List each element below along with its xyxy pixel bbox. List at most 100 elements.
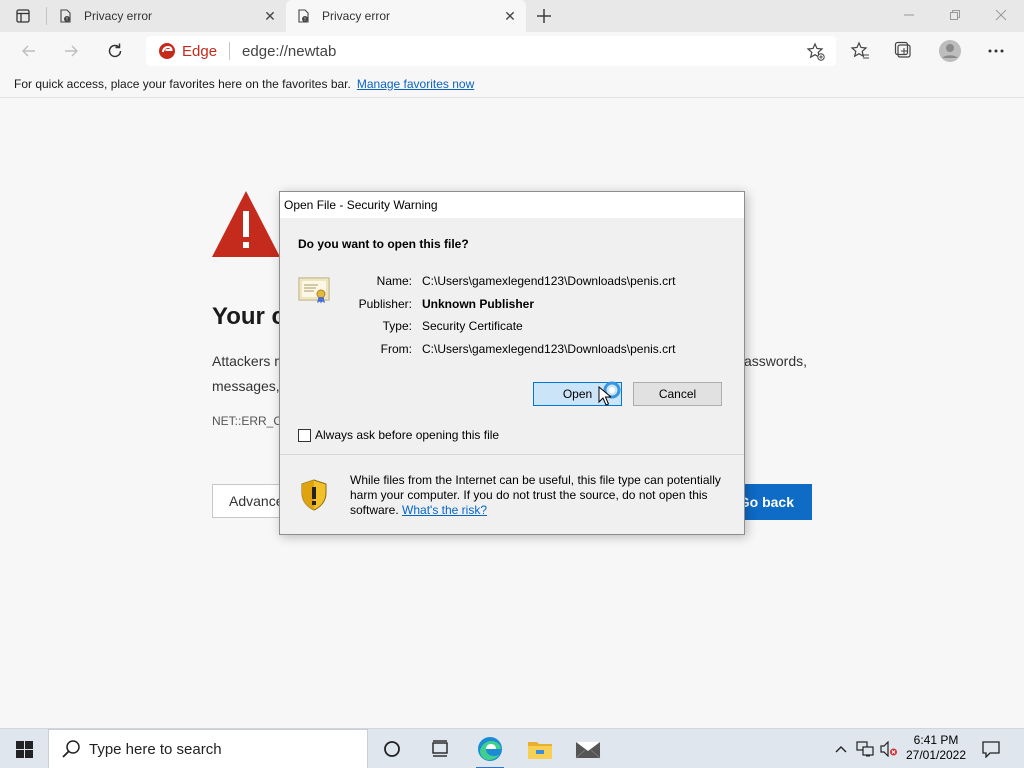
field-label: Type: xyxy=(382,319,412,333)
task-view-icon xyxy=(432,740,448,757)
tab-separator xyxy=(46,7,47,25)
taskbar-mail-app[interactable] xyxy=(564,729,612,768)
minimize-button[interactable] xyxy=(886,0,932,30)
mouse-pointer-icon xyxy=(598,386,611,406)
forward-button[interactable] xyxy=(56,36,86,66)
warning-message: While files from the Internet can be use… xyxy=(350,473,730,518)
edge-brand-label: Edge xyxy=(182,42,218,60)
always-ask-label[interactable]: Always ask before opening this file xyxy=(315,428,499,442)
taskbar-edge-app[interactable] xyxy=(466,729,514,768)
field-from-row: From: C:\Users\gamexlegend123\Downloads\… xyxy=(340,342,676,356)
dialog-warning-area: While files from the Internet can be use… xyxy=(280,455,744,534)
dialog-question: Do you want to open this file? xyxy=(298,237,469,251)
search-placeholder: Type here to search xyxy=(89,740,222,758)
settings-more-button[interactable] xyxy=(984,40,1008,62)
plus-icon xyxy=(537,9,551,23)
tab-title: Privacy error xyxy=(84,9,153,23)
favorites-bar-message: For quick access, place your favorites h… xyxy=(14,76,351,91)
network-icon xyxy=(856,741,874,757)
warning-triangle-icon xyxy=(212,191,280,257)
field-value: C:\Users\gamexlegend123\Downloads\penis.… xyxy=(422,274,676,288)
advanced-button[interactable]: Advance xyxy=(212,484,283,518)
taskbar-file-explorer-app[interactable] xyxy=(516,729,564,768)
network-tray-button[interactable] xyxy=(856,739,874,759)
show-hidden-icons-button[interactable] xyxy=(832,739,850,759)
restore-button[interactable] xyxy=(932,0,978,30)
always-ask-checkbox[interactable] xyxy=(298,428,311,442)
notifications-button[interactable] xyxy=(978,737,1004,761)
whats-the-risk-link[interactable]: What's the risk? xyxy=(402,503,487,517)
error-description-line2: messages, xyxy=(212,378,280,394)
svg-text:!: ! xyxy=(66,17,68,23)
error-description-line1-end: asswords, xyxy=(744,353,808,369)
close-window-button[interactable] xyxy=(978,0,1024,30)
url-text[interactable]: edge://newtab xyxy=(242,43,336,60)
field-label: From: xyxy=(380,342,412,356)
field-label: Publisher: xyxy=(358,297,412,311)
tab-strip: ! Privacy error ✕ ! Privacy error ✕ xyxy=(0,0,1024,32)
manage-favorites-link[interactable]: Manage favorites now xyxy=(357,77,474,91)
certificate-icon xyxy=(298,277,330,304)
restore-icon xyxy=(950,10,960,20)
close-tab-icon[interactable]: ✕ xyxy=(500,6,520,26)
document-error-icon: ! xyxy=(58,9,72,23)
volume-tray-button[interactable] xyxy=(880,739,898,759)
start-button[interactable] xyxy=(0,729,48,768)
close-tab-icon[interactable]: ✕ xyxy=(260,6,280,26)
refresh-button[interactable] xyxy=(100,36,130,66)
new-tab-button[interactable] xyxy=(532,4,556,28)
error-description-line1: Attackers m xyxy=(212,353,286,369)
chevron-up-icon xyxy=(835,746,847,753)
add-favorite-icon[interactable] xyxy=(806,42,826,62)
refresh-icon xyxy=(108,43,122,58)
always-ask-checkbox-row[interactable]: Always ask before opening this file xyxy=(298,428,499,442)
edge-app-icon xyxy=(478,737,502,761)
cancel-button[interactable]: Cancel xyxy=(633,382,722,406)
minimize-icon xyxy=(904,14,914,16)
clock-date: 27/01/2022 xyxy=(905,748,967,762)
favorites-button[interactable] xyxy=(848,40,872,62)
security-warning-dialog: Open File - Security Warning Do you want… xyxy=(279,191,745,535)
edge-logo-icon xyxy=(158,42,176,60)
address-divider xyxy=(229,42,231,60)
task-view-button[interactable] xyxy=(416,729,464,768)
address-bar[interactable]: Edge edge://newtab xyxy=(146,36,836,66)
field-value: C:\Users\gamexlegend123\Downloads\penis.… xyxy=(422,342,676,356)
search-icon xyxy=(61,739,81,759)
document-error-icon: ! xyxy=(296,9,310,23)
forward-arrow-icon xyxy=(65,45,78,57)
error-heading: Your c xyxy=(212,303,285,330)
volume-muted-icon xyxy=(880,741,897,757)
notification-bubble-icon xyxy=(982,741,1000,758)
tab-privacy-error-1[interactable]: ! Privacy error ✕ xyxy=(48,0,286,32)
windows-logo-icon xyxy=(15,740,33,758)
field-label: Name: xyxy=(376,274,412,288)
favorites-bar: For quick access, place your favorites h… xyxy=(0,70,1024,98)
more-dots-icon xyxy=(988,49,1004,53)
close-icon xyxy=(995,9,1007,21)
taskbar-search-box[interactable]: Type here to search xyxy=(48,729,368,768)
dialog-title: Open File - Security Warning xyxy=(280,192,744,218)
favorites-star-icon xyxy=(850,41,869,59)
field-type-row: Type: Security Certificate xyxy=(340,319,523,333)
collections-icon xyxy=(894,41,911,58)
folder-icon xyxy=(528,742,552,759)
cortana-button[interactable] xyxy=(368,729,416,768)
back-button[interactable] xyxy=(14,36,44,66)
mail-envelope-icon xyxy=(575,742,601,759)
taskbar-clock[interactable]: 6:41 PM 27/01/2022 xyxy=(900,733,972,763)
taskbar: Type here to search 6:41 PM 27/01/2022 xyxy=(0,728,1024,768)
tab-actions-icon xyxy=(16,9,30,23)
error-code[interactable]: NET::ERR_C xyxy=(212,414,282,428)
profile-button[interactable] xyxy=(938,40,962,62)
svg-text:!: ! xyxy=(304,17,306,23)
field-name-row: Name: C:\Users\gamexlegend123\Downloads\… xyxy=(340,274,676,288)
clock-time: 6:41 PM xyxy=(913,733,959,747)
collections-button[interactable] xyxy=(892,40,916,62)
back-arrow-icon xyxy=(22,45,35,57)
security-shield-icon xyxy=(301,479,327,511)
tab-title: Privacy error xyxy=(322,9,391,23)
tab-actions-menu-button[interactable] xyxy=(8,5,38,27)
tab-privacy-error-2[interactable]: ! Privacy error ✕ xyxy=(286,0,526,32)
field-publisher-row: Publisher: Unknown Publisher xyxy=(340,297,534,311)
